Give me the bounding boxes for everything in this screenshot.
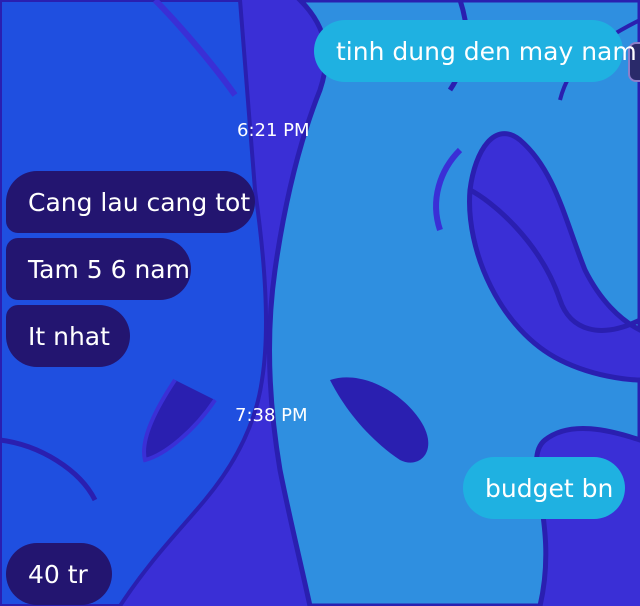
message-text: 40 tr: [28, 559, 88, 589]
message-text: It nhat: [28, 321, 110, 351]
message-timestamp: 7:38 PM: [235, 405, 308, 426]
chat-screen: tinh dung den may nam 6:21 PM Cang lau c…: [0, 0, 640, 606]
message-text: Cang lau cang tot: [28, 187, 251, 217]
message-text: tinh dung den may nam: [336, 36, 637, 66]
message-bubble-incoming[interactable]: 40 tr: [6, 543, 112, 605]
message-text: budget bn: [485, 473, 614, 503]
message-bubble-incoming[interactable]: It nhat: [6, 305, 130, 367]
message-bubble-outgoing[interactable]: budget bn: [463, 457, 625, 519]
message-timestamp: 6:21 PM: [237, 120, 310, 141]
message-bubble-incoming[interactable]: Tam 5 6 nam: [6, 238, 191, 300]
message-bubble-outgoing[interactable]: tinh dung den may nam: [314, 20, 637, 82]
message-text: Tam 5 6 nam: [28, 254, 190, 284]
message-bubble-incoming[interactable]: Cang lau cang tot: [6, 171, 255, 233]
